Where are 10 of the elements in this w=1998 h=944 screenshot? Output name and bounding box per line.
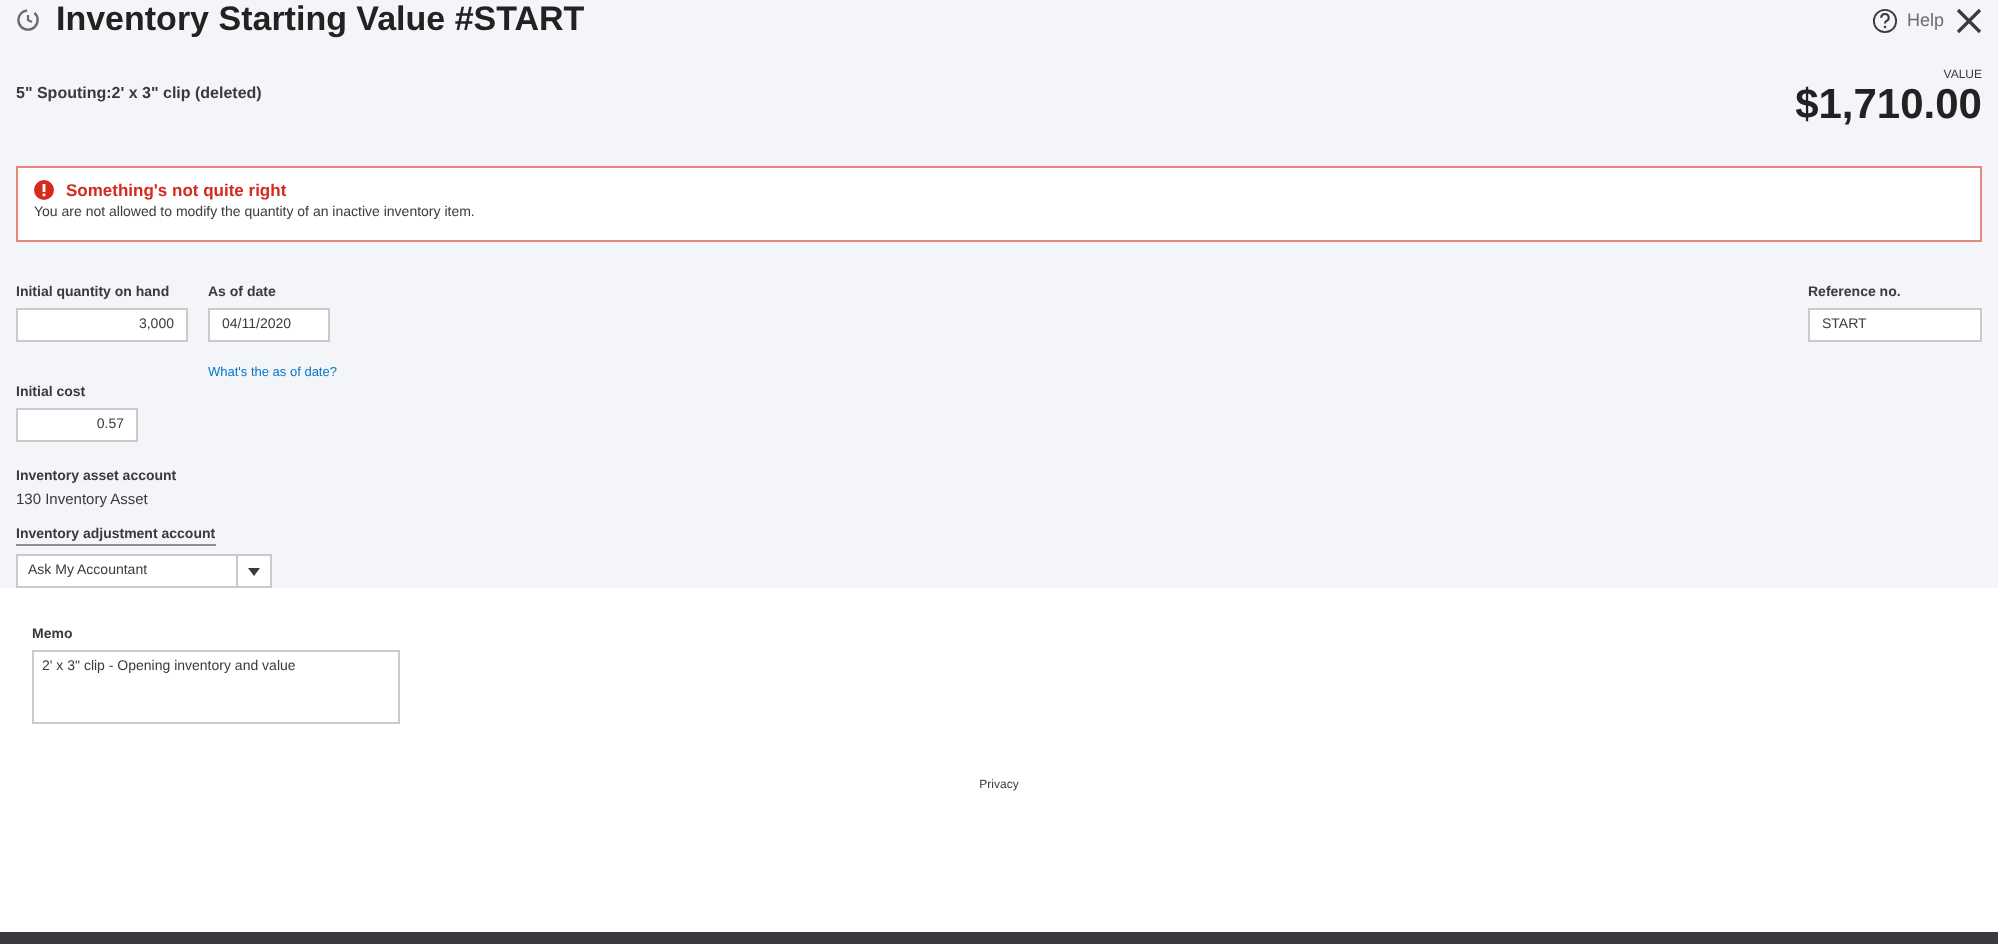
caret-icon xyxy=(248,567,260,575)
help-icon[interactable] xyxy=(1872,7,1899,34)
item-name: 5" Spouting:2' x 3" clip (deleted) xyxy=(16,83,262,102)
error-title: Something's not quite right xyxy=(66,179,287,200)
value-amount: $1,710.00 xyxy=(1795,81,1982,130)
help-link[interactable]: Help xyxy=(1906,10,1944,31)
close-icon[interactable] xyxy=(1956,7,1982,34)
window-title: Inventory Starting Value #START xyxy=(56,0,587,41)
error-icon xyxy=(34,179,54,200)
history-icon xyxy=(16,8,40,33)
